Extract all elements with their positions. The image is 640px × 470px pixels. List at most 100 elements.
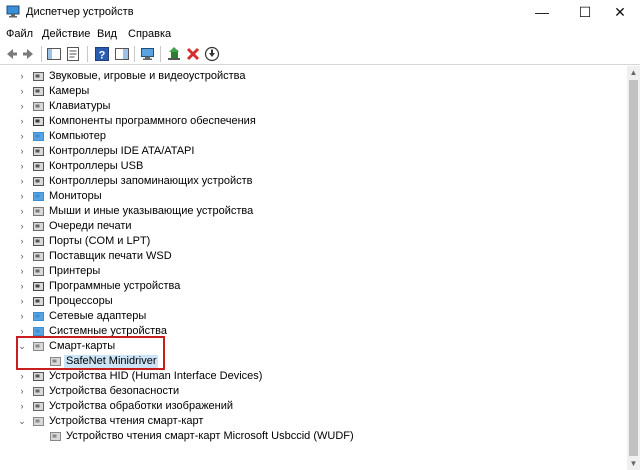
tree-item-label: Очереди печати [49,220,132,232]
tree-item-label: Устройства чтения смарт-карт [49,415,204,427]
toolbar: ? [0,43,640,65]
expand-chevron-icon[interactable]: › [16,279,28,294]
tree-item-label: Контроллеры запоминающих устройств [49,175,253,187]
tree-item-label: Поставщик печати WSD [49,250,172,262]
tree-category-item[interactable]: › Порты (COM и LPT) [0,234,627,249]
device-manager-icon [6,5,20,18]
tree-item-label: Камеры [49,85,90,97]
tree-category-item[interactable]: › Контроллеры USB [0,159,627,174]
scroll-down-arrow-icon[interactable]: ▼ [627,457,640,470]
smart-card-reader-icon [33,417,44,426]
expand-chevron-icon[interactable]: › [16,144,28,159]
network-adapter-icon [33,312,44,321]
speaker-icon [33,72,44,81]
tree-item-label: Компоненты программного обеспечения [49,115,256,127]
tree-item-label: Клавиатуры [49,100,111,112]
tree-item-label: Контроллеры IDE ATA/ATAPI [49,145,195,157]
download-icon[interactable] [204,46,220,62]
expand-chevron-icon[interactable]: › [16,129,28,144]
tree-category-item[interactable]: › Устройства обработки изображений [0,399,627,414]
expand-chevron-icon[interactable]: › [16,69,28,84]
scan-hardware-icon[interactable] [140,46,156,62]
menu-bar: Файл Действие Вид Справка [0,24,640,43]
properties-icon[interactable] [65,46,81,62]
minimize-button[interactable]: — [520,0,564,24]
tree-category-item[interactable]: › Мыши и иные указывающие устройства [0,204,627,219]
update-driver-icon[interactable] [166,46,182,62]
ide-controller-icon [33,147,44,156]
tree-category-item[interactable]: › Очереди печати [0,219,627,234]
print-queue-icon [33,222,44,231]
menu-action[interactable]: Действие [42,28,90,40]
tree-category-item[interactable]: › Процессоры [0,294,627,309]
toolbar-separator [41,46,42,62]
tree-item-label: Мыши и иные указывающие устройства [49,205,254,217]
show-hide-console-tree-icon[interactable] [46,46,62,62]
expand-chevron-icon[interactable]: › [16,204,28,219]
expand-chevron-icon[interactable]: › [16,294,28,309]
tree-child-item[interactable]: Устройство чтения смарт-карт Microsoft U… [0,429,627,444]
tree-category-item[interactable]: ⌄ Устройства чтения смарт-карт [0,414,627,429]
tree-category-item[interactable]: › Компьютер [0,129,627,144]
toolbar-separator [160,46,161,62]
toolbar-separator [87,46,88,62]
tree-category-item[interactable]: › Сетевые адаптеры [0,309,627,324]
tree-category-item[interactable]: › Звуковые, игровые и видеоустройства [0,69,627,84]
tree-category-item[interactable]: › Клавиатуры [0,99,627,114]
action-pane-icon[interactable] [114,46,130,62]
uninstall-icon[interactable] [185,46,201,62]
mouse-icon [33,207,44,216]
wsd-printer-icon [33,252,44,261]
expand-chevron-icon[interactable]: › [16,114,28,129]
forward-icon[interactable] [21,46,37,62]
expand-chevron-icon[interactable]: › [16,384,28,399]
expand-chevron-icon[interactable]: › [16,159,28,174]
expand-chevron-icon[interactable]: › [16,309,28,324]
menu-view[interactable]: Вид [97,28,117,40]
menu-help[interactable]: Справка [128,28,171,40]
help-icon[interactable]: ? [94,46,110,62]
camera-icon [33,87,44,96]
software-device-icon [33,282,44,291]
close-button[interactable]: ✕ [600,0,640,24]
scroll-up-arrow-icon[interactable]: ▲ [627,66,640,79]
processor-icon [33,297,44,306]
vertical-scrollbar[interactable]: ▲ ▼ [627,66,640,470]
tree-category-item[interactable]: › Камеры [0,84,627,99]
storage-controller-icon [33,177,44,186]
tree-item-label: Контроллеры USB [49,160,144,172]
smart-card-reader-device-icon [50,432,61,441]
tree-category-item[interactable]: › Контроллеры запоминающих устройств [0,174,627,189]
expand-chevron-icon[interactable]: › [16,189,28,204]
expand-chevron-icon[interactable]: › [16,399,28,414]
toolbar-separator [134,46,135,62]
expand-chevron-icon[interactable]: › [16,99,28,114]
expand-chevron-icon[interactable]: › [16,264,28,279]
printer-icon [33,267,44,276]
tree-category-item[interactable]: › Мониторы [0,189,627,204]
tree-category-item[interactable]: › Устройства HID (Human Interface Devices… [0,369,627,384]
tree-category-item[interactable]: › Контроллеры IDE ATA/ATAPI [0,144,627,159]
expand-chevron-icon[interactable]: › [16,234,28,249]
expand-chevron-icon[interactable]: › [16,84,28,99]
svg-text:?: ? [99,50,106,62]
expand-chevron-icon[interactable]: › [16,219,28,234]
expand-chevron-icon[interactable]: › [16,369,28,384]
expand-chevron-icon[interactable]: › [16,249,28,264]
tree-item-label: Устройство чтения смарт-карт Microsoft U… [66,430,354,442]
tree-category-item[interactable]: › Устройства безопасности [0,384,627,399]
computer-icon [33,132,44,141]
tree-category-item[interactable]: › Компоненты программного обеспечения [0,114,627,129]
tree-category-item[interactable]: › Принтеры [0,264,627,279]
tree-category-item[interactable]: › Программные устройства [0,279,627,294]
collapse-chevron-icon[interactable]: ⌄ [16,414,28,429]
monitor-icon [33,192,44,201]
menu-file[interactable]: Файл [6,28,33,40]
back-icon[interactable] [3,46,19,62]
tree-item-label: Звуковые, игровые и видеоустройства [49,70,246,82]
tree-category-item[interactable]: › Поставщик печати WSD [0,249,627,264]
tree-item-label: Мониторы [49,190,102,202]
tree-item-label: Процессоры [49,295,113,307]
scroll-thumb[interactable] [629,80,638,456]
expand-chevron-icon[interactable]: › [16,174,28,189]
